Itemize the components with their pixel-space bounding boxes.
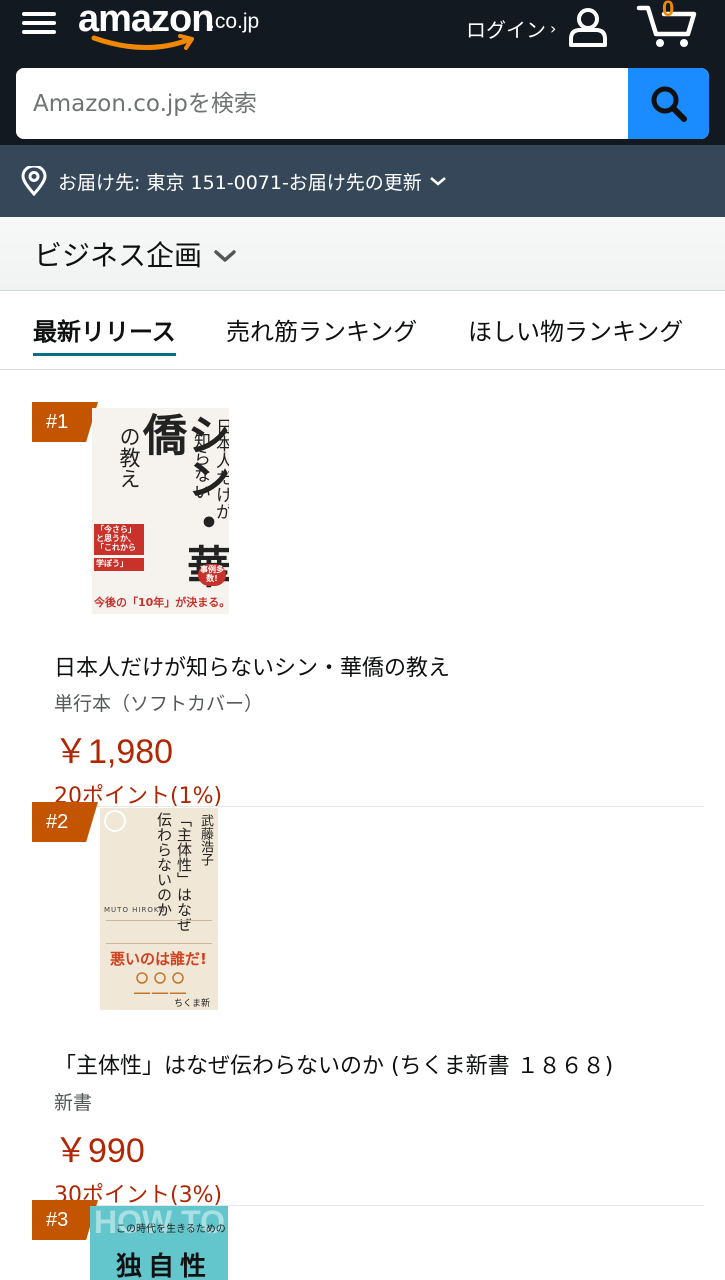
cover-tagline: 学ぼう」 [94, 558, 144, 571]
search-input[interactable] [16, 68, 628, 139]
cover-illustration [130, 970, 190, 996]
rank-badge: #3 [32, 1200, 98, 1240]
product-format: 新書 [54, 1092, 93, 1114]
product-format: 単行本（ソフトカバー） [54, 693, 264, 715]
cover-title-line2: 伝わらないのか [155, 812, 173, 917]
cover-badge: 事例多数! [198, 564, 226, 586]
amazon-logo[interactable]: amazon .co.jp [78, 0, 278, 54]
cover-publisher: ちくま新書 [174, 999, 211, 1009]
cover-subtitle: この時代を生きるための [116, 1224, 226, 1235]
cover-author: 武藤浩子 [198, 814, 213, 866]
cover-slogan: 悪いのは誰だ! [110, 950, 207, 968]
category-dropdown[interactable]: ビジネス企画 [0, 217, 725, 291]
chevron-down-icon [429, 177, 446, 186]
cover-subtitle: の教え [117, 426, 141, 489]
location-pin-icon [21, 166, 47, 196]
delivery-text: お届け先: 東京 151-0071‐お届け先の更新 [58, 171, 422, 194]
book-cover-image[interactable]: 武藤浩子 「主体性」はなぜ 伝わらないのか MUTO HIROKO 悪いのは誰だ… [100, 808, 218, 1010]
signin-chevron: › [550, 18, 557, 38]
item-divider [54, 806, 704, 807]
cover-emblem-icon [104, 810, 126, 832]
delivery-location-bar[interactable]: お届け先: 東京 151-0071‐お届け先の更新 [0, 145, 725, 217]
book-cover-image[interactable]: 日本人だけが 知らない シン・華僑 の教え 「今さら」と思うか、 「これから 学… [92, 408, 229, 614]
cart-count: 0 [662, 0, 675, 21]
ranking-tabs: 最新リリース 売れ筋ランキング ほしい物ランキング [0, 292, 725, 370]
cover-tagline: 「これから [94, 542, 144, 555]
search-icon [651, 86, 687, 122]
cover-romaji: MUTO HIROKO [104, 906, 166, 914]
cover-main-title: 独自性 [116, 1252, 213, 1280]
product-price: ￥990 [54, 1132, 145, 1170]
chevron-down-icon [214, 249, 236, 262]
signin-link[interactable]: ログイン › [466, 12, 556, 44]
logo-smile-icon [91, 34, 194, 50]
rank-badge: #1 [32, 402, 98, 442]
book-cover-image[interactable]: HOW TO この時代を生きるための 独自性 [90, 1206, 228, 1280]
search-bar [16, 68, 709, 139]
tab-most-wished[interactable]: ほしい物ランキング [468, 312, 683, 347]
cover-bottom-text: 今後の「10年」が決まる。 [94, 596, 229, 609]
rank-badge: #2 [32, 802, 98, 842]
user-icon[interactable] [566, 6, 610, 48]
cart-button[interactable]: 0 [636, 0, 700, 52]
product-price: ￥1,980 [54, 733, 174, 771]
product-title[interactable]: 日本人だけが知らないシン・華僑の教え [54, 650, 450, 682]
cover-title-line1: 「主体性」はなぜ [175, 812, 193, 932]
top-nav-bar: amazon .co.jp ログイン › 0 [0, 0, 725, 145]
cover-blurb-area [106, 920, 212, 944]
tab-new-releases[interactable]: 最新リリース [33, 312, 176, 356]
signin-label: ログイン [466, 17, 546, 42]
tab-best-sellers[interactable]: 売れ筋ランキング [226, 312, 417, 347]
hamburger-menu-icon[interactable] [20, 8, 60, 42]
product-title[interactable]: 「主体性」はなぜ伝わらないのか (ちくま新書 １８６８) [54, 1048, 613, 1080]
category-title: ビジネス企画 [34, 238, 203, 272]
search-button[interactable] [628, 68, 709, 139]
logo-suffix: .co.jp [209, 10, 260, 33]
